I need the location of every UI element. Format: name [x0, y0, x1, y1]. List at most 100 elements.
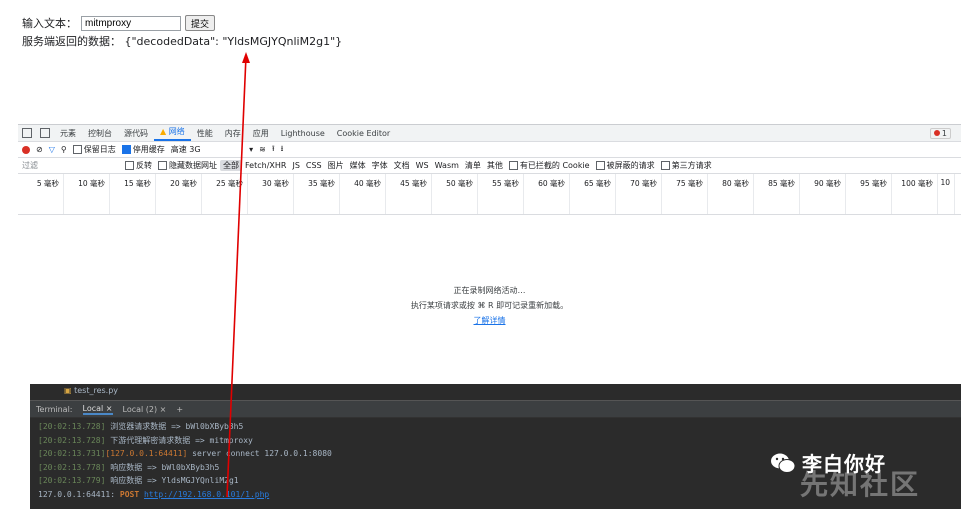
devtools-panel: 元素 控制台 源代码 ▲ 网络 性能 内存 应用 Lighthouse Cook… [18, 124, 961, 387]
terminal-line: [20:02:13.728] 浏览器请求数据 => bWl0bXByb3h5 [38, 420, 961, 434]
blocked-cookies-label: 有已拦截的 Cookie [519, 161, 590, 170]
recording-message: 正在录制网络活动… [453, 286, 526, 295]
throttling-select[interactable]: 高速 3G ▾ [171, 144, 253, 155]
error-icon [933, 130, 940, 136]
close-icon[interactable]: × [160, 405, 167, 414]
filter-type-ws[interactable]: WS [413, 161, 432, 170]
tab-console[interactable]: 控制台 [82, 128, 118, 139]
device-toolbar-icon[interactable] [40, 128, 50, 138]
terminal-tab-label: Local [82, 403, 104, 413]
checkbox-checked-icon [121, 145, 131, 154]
filter-type-all[interactable]: 全部 [220, 160, 242, 171]
filter-type-other[interactable]: 其他 [484, 160, 506, 171]
third-party-label: 第三方请求 [671, 161, 712, 170]
filter-input[interactable]: 过滤 [18, 160, 122, 171]
search-icon[interactable]: ⚲ [61, 145, 67, 154]
python-file-icon: ▣ [64, 386, 72, 395]
timestamp: [20:02:13.728] [38, 435, 106, 445]
terminal-tab-local-2[interactable]: Local (2) × [123, 405, 167, 414]
flow-prefix: 127.0.0.1:64411: [38, 489, 120, 499]
close-icon[interactable]: × [106, 404, 113, 413]
input-label: 输入文本： [22, 17, 77, 30]
tab-network-label: 网络 [168, 127, 185, 136]
terminal-tabbar: Terminal: Local × Local (2) × + [30, 400, 961, 418]
timeline-tick: 90 毫秒 [800, 174, 846, 214]
checkbox-icon [660, 161, 670, 170]
preserve-log-label: 保留日志 [83, 145, 116, 154]
filter-type-media[interactable]: 媒体 [347, 160, 369, 171]
timestamp: [20:02:13.779] [38, 476, 106, 485]
blocked-cookies-checkbox[interactable]: 有已拦截的 Cookie [506, 160, 593, 171]
blocked-requests-checkbox[interactable]: 被屏蔽的请求 [593, 160, 658, 171]
timeline-tick: 30 毫秒 [248, 174, 294, 214]
third-party-checkbox[interactable]: 第三方请求 [658, 160, 715, 171]
timeline-tick: 25 毫秒 [202, 174, 248, 214]
page-form: 输入文本： 提交 服务端返回的数据： {"decodedData": "Ylds… [22, 14, 342, 49]
http-method: POST [119, 489, 140, 499]
checkbox-icon [125, 161, 134, 170]
disable-cache-checkbox[interactable]: 停用缓存 [121, 144, 165, 155]
timeline-tick: 35 毫秒 [294, 174, 340, 214]
request-url[interactable]: http://192.168.0.101/1.php [144, 490, 269, 499]
upload-icon[interactable]: ⭱ [272, 143, 275, 157]
hide-data-urls-label: 隐藏数据网址 [169, 161, 217, 170]
timestamp: [20:02:13.728] [38, 422, 106, 431]
timeline-tick: 70 毫秒 [616, 174, 662, 214]
timeline-tick: 50 毫秒 [432, 174, 478, 214]
tab-lighthouse[interactable]: Lighthouse [275, 129, 331, 138]
checkbox-icon [158, 161, 167, 170]
tab-elements[interactable]: 元素 [54, 128, 82, 139]
tab-performance[interactable]: 性能 [191, 128, 219, 139]
add-terminal-button[interactable]: + [176, 405, 183, 414]
filter-icon[interactable]: ▽ [49, 145, 55, 154]
error-badge[interactable]: 1 [929, 128, 951, 139]
devtools-tabbar: 元素 控制台 源代码 ▲ 网络 性能 内存 应用 Lighthouse Cook… [18, 125, 961, 142]
filter-type-css[interactable]: CSS [303, 161, 325, 170]
tab-sources[interactable]: 源代码 [118, 128, 154, 139]
clear-icon[interactable]: ⊘ [36, 145, 43, 154]
log-text: 下游代理解密请求数据 => mitmproxy [105, 435, 253, 445]
tab-memory[interactable]: 内存 [219, 128, 247, 139]
filter-type-wasm[interactable]: Wasm [432, 161, 462, 170]
timeline-tick: 20 毫秒 [156, 174, 202, 214]
response-label: 服务端返回的数据： [22, 35, 121, 48]
checkbox-icon [72, 145, 82, 154]
log-text: 浏览器请求数据 => bWl0bXByb3h5 [105, 422, 244, 431]
preserve-log-checkbox[interactable]: 保留日志 [72, 144, 116, 155]
tab-network[interactable]: ▲ 网络 [154, 125, 191, 141]
learn-more-link[interactable]: 了解详情 [474, 316, 506, 325]
client-address: [127.0.0.1:64411] [105, 449, 188, 458]
tab-application[interactable]: 应用 [247, 128, 275, 139]
invert-label: 反转 [136, 161, 152, 170]
chevron-down-icon: ▾ [249, 145, 254, 154]
record-icon[interactable] [22, 145, 30, 154]
text-input[interactable] [81, 15, 181, 31]
filter-bar: 过滤 反转 隐藏数据网址 全部 Fetch/XHR JS CSS 图片 媒体 字… [18, 158, 961, 174]
inspect-icon[interactable] [22, 128, 32, 138]
download-icon[interactable]: ⭳ [281, 143, 284, 157]
throttling-value: 高速 3G [170, 145, 201, 154]
timeline-tick: 60 毫秒 [524, 174, 570, 214]
timeline-tick: 80 毫秒 [708, 174, 754, 214]
filter-type-font[interactable]: 字体 [369, 160, 391, 171]
terminal-label: Terminal: [36, 404, 73, 414]
timeline-tick: 10 毫秒 [64, 174, 110, 214]
reload-hint: 执行某项请求或按 ⌘ R 即可记录重新加载。 [410, 301, 569, 310]
invert-checkbox[interactable]: 反转 [122, 160, 155, 171]
filter-type-doc[interactable]: 文档 [391, 160, 413, 171]
wifi-icon[interactable]: ≋ [259, 145, 266, 154]
filter-type-xhr[interactable]: Fetch/XHR [242, 161, 289, 170]
filter-type-img[interactable]: 图片 [325, 160, 347, 171]
timestamp: [20:02:13.731] [38, 449, 106, 458]
filter-type-manifest[interactable]: 清单 [462, 160, 484, 171]
filter-type-js[interactable]: JS [289, 161, 302, 170]
hide-data-urls-checkbox[interactable]: 隐藏数据网址 [155, 160, 220, 171]
tab-cookie-editor[interactable]: Cookie Editor [331, 129, 396, 138]
terminal-tab-local[interactable]: Local × [82, 403, 113, 415]
network-timeline[interactable]: 5 毫秒 10 毫秒 15 毫秒 20 毫秒 25 毫秒 30 毫秒 35 毫秒… [18, 174, 961, 215]
submit-button[interactable]: 提交 [185, 15, 216, 31]
timeline-tick: 65 毫秒 [570, 174, 616, 214]
timeline-tick: 40 毫秒 [340, 174, 386, 214]
error-count: 1 [941, 129, 947, 138]
project-file[interactable]: ▣ test_res.py [30, 384, 961, 400]
